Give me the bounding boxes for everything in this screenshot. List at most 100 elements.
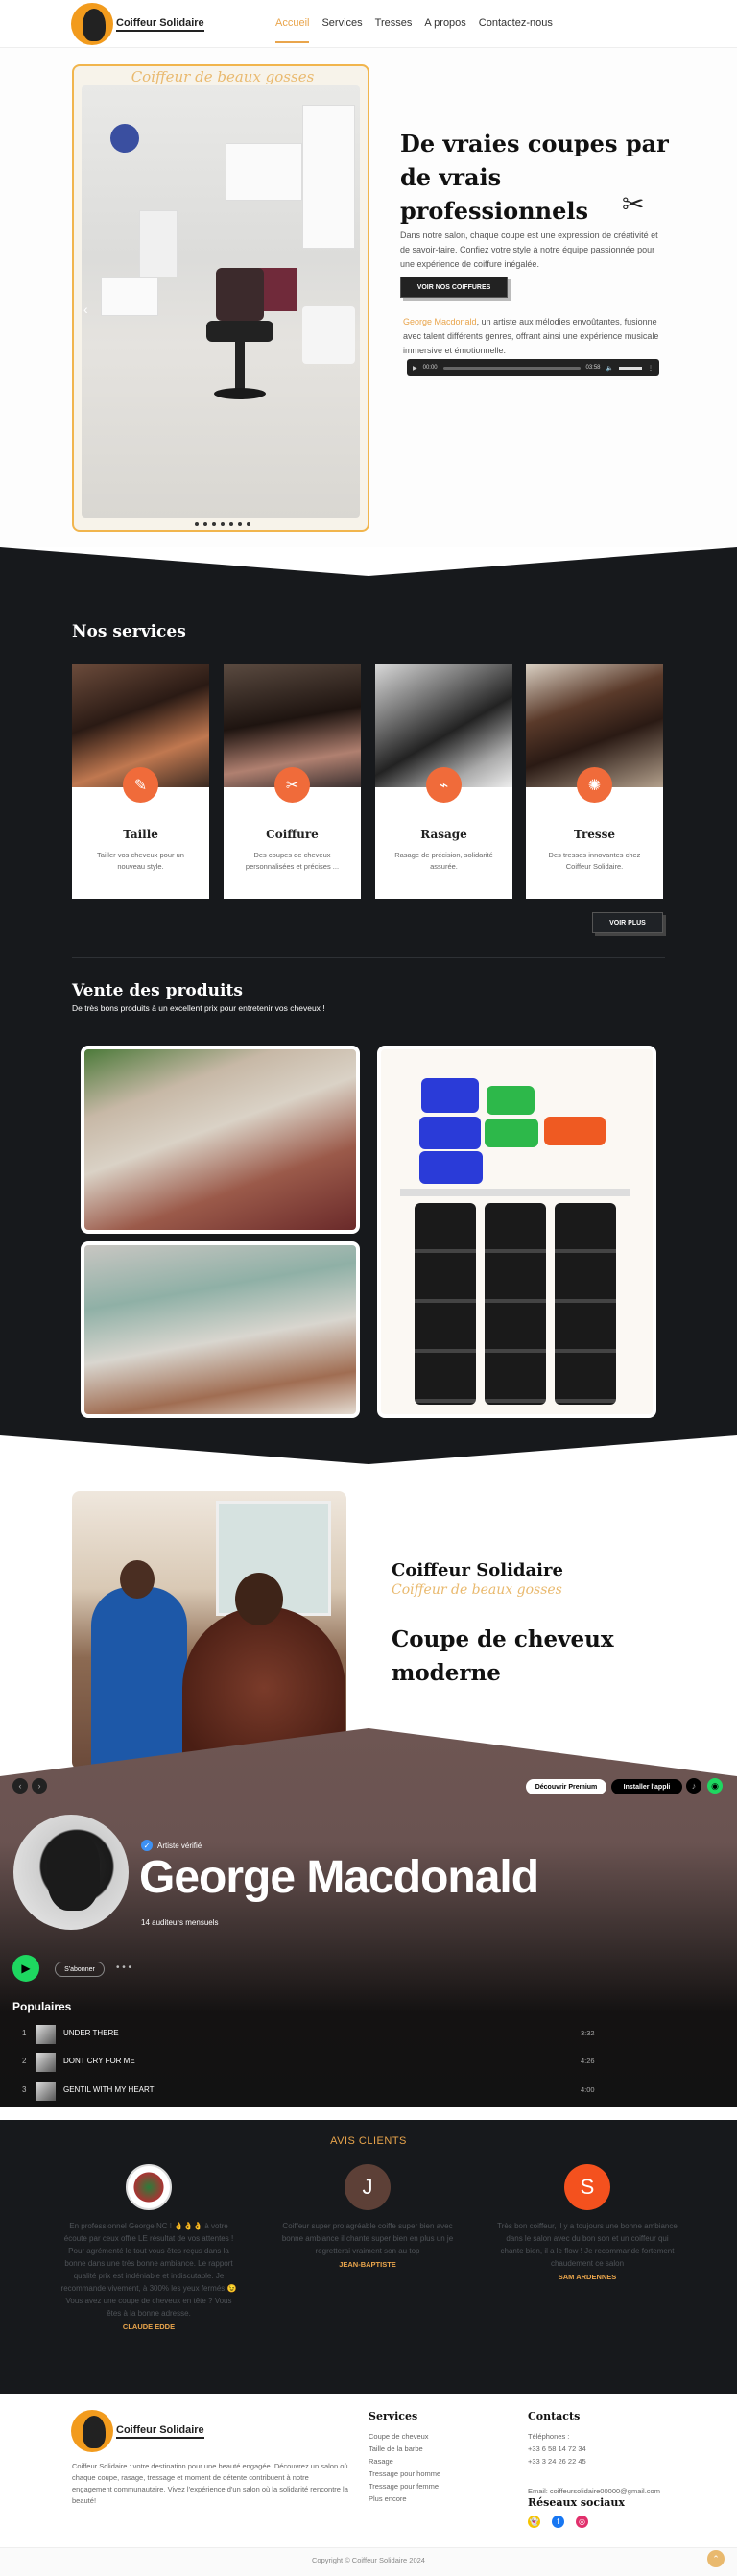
divider [72, 957, 665, 958]
phone-number[interactable]: +33 6 58 14 72 34 [528, 2443, 660, 2455]
hero-carousel[interactable]: Coiffeur de beaux gosses ‹ [72, 64, 369, 532]
nav-item-a-propos[interactable]: A propos [424, 17, 465, 43]
spotify-logo-icon[interactable]: ◉ [707, 1778, 723, 1794]
track-duration: 4:00 [581, 2085, 595, 2094]
footer-services: Services Coupe de cheveux Taille de la b… [368, 2410, 440, 2505]
install-app-button[interactable]: Installer l'appli [611, 1779, 682, 1794]
main-nav: Accueil Services Tresses A propos Contac… [275, 17, 565, 43]
track-cover [36, 2082, 56, 2101]
carousel-dots[interactable] [74, 522, 368, 526]
product-photo-shelf [81, 1046, 360, 1234]
carousel-caption: Coiffeur de beaux gosses [131, 68, 315, 85]
track-number: 3 [22, 2085, 27, 2094]
footer-service-link[interactable]: Tressage pour homme [368, 2468, 440, 2480]
carousel-prev-icon[interactable]: ‹ [83, 301, 88, 317]
footer-contact-title: Contacts [528, 2410, 581, 2422]
nav-item-services[interactable]: Services [321, 17, 362, 43]
instagram-icon[interactable]: ◎ [576, 2516, 588, 2528]
more-options-icon[interactable]: ⋮ [648, 365, 654, 372]
shaver-icon: ⌁ [426, 767, 462, 803]
premium-button[interactable]: Découvrir Premium [526, 1779, 606, 1794]
service-title: Taille [123, 828, 158, 841]
spotify-embed: ‹ › Découvrir Premium Installer l'appli … [0, 1728, 737, 2107]
play-button[interactable]: ▶ [12, 1955, 39, 1982]
razor-icon: ✎ [123, 767, 158, 803]
nav-item-tresses[interactable]: Tresses [375, 17, 413, 43]
products-title: Vente des produits [72, 981, 243, 1000]
review-card: J Coiffeur super pro agréable coiffe sup… [276, 2164, 459, 2269]
sun-braid-icon: ✺ [577, 767, 612, 803]
track-title: GENTIL WITH MY HEART [63, 2085, 155, 2094]
reviewer-avatar: S [564, 2164, 610, 2210]
audio-current-time: 00:00 [422, 365, 438, 371]
service-card-tresse[interactable]: ✺ Tresse Des tresses innovantes chez Coi… [526, 664, 663, 899]
hero-title: De vraies coupes par de vrais profession… [400, 130, 669, 225]
track-cover [36, 2053, 56, 2072]
footer-logo[interactable]: Coiffeur Solidaire [71, 2410, 204, 2452]
service-title: Rasage [420, 828, 467, 841]
footer-service-link[interactable]: Plus encore [368, 2492, 440, 2505]
review-author: CLAUDE EDDE [122, 2323, 176, 2331]
track-row[interactable]: 3 GENTIL WITH MY HEART 4:00 [0, 2078, 737, 2105]
product-photo-display [81, 1241, 360, 1418]
about-brand: Coiffeur Solidaire Coiffeur de beaux gos… [392, 1560, 563, 1598]
footer-services-title: Services [368, 2410, 418, 2422]
copyright: Copyright © Coiffeur Solidaire 2024 [312, 2556, 425, 2564]
afro-silhouette-logo-icon [71, 2410, 113, 2452]
service-desc: Des tresses innovantes chez Coiffeur Sol… [548, 851, 641, 871]
artist-avatar [13, 1815, 129, 1930]
footer-service-link[interactable]: Tressage pour femme [368, 2480, 440, 2492]
reviewer-avatar: J [345, 2164, 391, 2210]
footer-contact: Contacts Téléphones : +33 6 58 14 72 34 … [528, 2410, 660, 2497]
nav-item-contact[interactable]: Contactez-nous [479, 17, 553, 43]
service-desc: Rasage de précision, solidarité assurée. [394, 851, 493, 871]
about-title: Coupe de cheveux moderne [392, 1626, 614, 1686]
voir-coiffures-button[interactable]: VOIR NOS COIFFURES [400, 277, 508, 298]
products-subtitle: De très bons produits à un excellent pri… [72, 1003, 325, 1013]
audio-duration: 03:58 [585, 365, 601, 371]
service-title: Coiffure [266, 828, 319, 841]
monthly-listeners: 14 auditeurs mensuels [141, 1918, 219, 1927]
facebook-icon[interactable]: f [552, 2516, 564, 2528]
review-author: JEAN-BAPTISTE [339, 2260, 396, 2269]
footer-service-link[interactable]: Taille de la barbe [368, 2443, 440, 2455]
audio-seek-bar[interactable] [442, 366, 581, 370]
reviewer-avatar [126, 2164, 172, 2210]
scissors-icon: ✂ [622, 189, 645, 219]
track-duration: 3:32 [581, 2029, 595, 2037]
footer-service-link[interactable]: Coupe de cheveux [368, 2430, 440, 2443]
play-icon[interactable]: ▶ [413, 365, 417, 372]
voir-plus-button[interactable]: VOIR PLUS [592, 912, 663, 933]
track-row[interactable]: 1 UNDER THERE 3:32 [0, 2021, 737, 2048]
back-arrow-icon[interactable]: ‹ [12, 1778, 28, 1794]
audio-player: ▶ 00:00 03:58 🔈 ⋮ [407, 359, 659, 376]
product-photo-jars [377, 1046, 656, 1418]
verified-check-icon: ✓ [141, 1840, 153, 1851]
footer-description: Coiffeur Solidaire : votre destination p… [72, 2462, 348, 2505]
service-card-taille[interactable]: ✎ Taille Tailler vos cheveux pour un nou… [72, 664, 209, 899]
service-card-coiffure[interactable]: ✂ Coiffure Des coupes de cheveux personn… [224, 664, 361, 899]
volume-icon[interactable]: 🔈 [606, 365, 613, 372]
review-author: SAM ARDENNES [558, 2273, 617, 2281]
scroll-to-top-icon[interactable]: ⌃ [707, 2550, 725, 2567]
about-brand-name: Coiffeur Solidaire [392, 1560, 563, 1580]
service-desc: Des coupes de cheveux personnalisées et … [245, 851, 340, 871]
service-card-rasage[interactable]: ⌁ Rasage Rasage de précision, solidarité… [375, 664, 512, 899]
spotify-artist-name: George Macdonald [139, 1852, 539, 1903]
review-text: En professionnel George NC ! 👌👌👌 à votre… [60, 2222, 237, 2318]
footer-service-link[interactable]: Rasage [368, 2455, 440, 2468]
follow-button[interactable]: S'abonner [55, 1962, 105, 1977]
snapchat-icon[interactable]: 👻 [528, 2516, 540, 2528]
service-title: Tresse [573, 828, 616, 841]
bell-icon[interactable]: ♪ [686, 1778, 701, 1794]
forward-arrow-icon[interactable]: › [32, 1778, 47, 1794]
popular-heading: Populaires [12, 2000, 72, 2013]
nav-item-accueil[interactable]: Accueil [275, 17, 310, 43]
site-logo[interactable]: Coiffeur Solidaire [71, 3, 204, 45]
track-row[interactable]: 2 DONT CRY FOR ME 4:26 [0, 2049, 737, 2076]
scissors-icon: ✂ [274, 767, 310, 803]
more-icon[interactable]: • • • [116, 1962, 131, 1973]
phone-number[interactable]: +33 3 24 26 22 45 [528, 2455, 660, 2468]
track-duration: 4:26 [581, 2057, 595, 2065]
volume-slider[interactable] [619, 366, 642, 370]
